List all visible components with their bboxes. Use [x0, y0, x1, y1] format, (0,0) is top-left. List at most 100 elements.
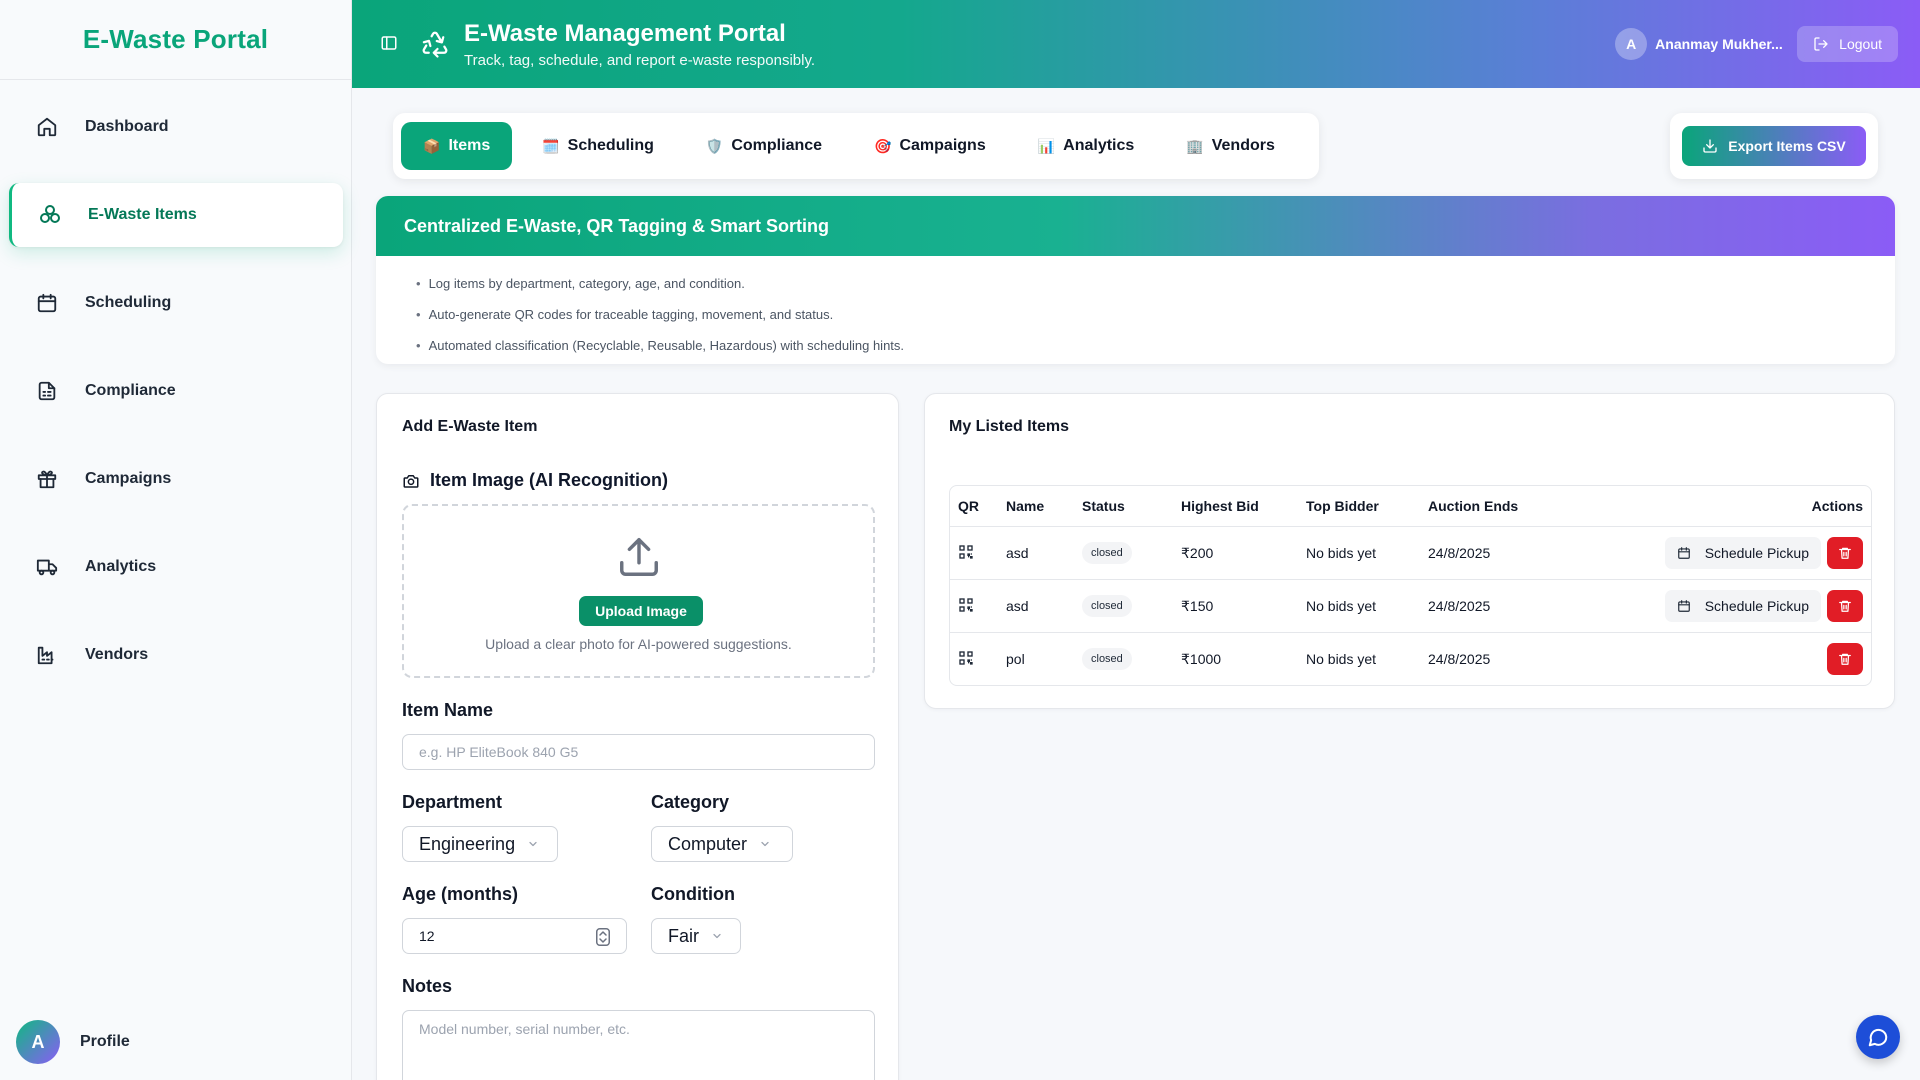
column-header: Highest Bid: [1181, 498, 1259, 514]
category-label: Category: [651, 792, 730, 812]
sidebar-item-label: Campaigns: [85, 470, 172, 487]
image-dropzone[interactable]: Upload Image Upload a clear photo for AI…: [402, 504, 875, 678]
home-icon: [35, 115, 59, 139]
status-badge: closed: [1082, 542, 1132, 564]
top-bidder: No bids yet: [1306, 598, 1377, 614]
chevron-down-icon: [761, 841, 769, 847]
export-container: Export Items CSV: [1670, 113, 1878, 179]
qr-code-icon[interactable]: [950, 597, 1006, 616]
age-input[interactable]: 12: [402, 918, 627, 954]
column-header: Name: [1006, 498, 1045, 514]
item-name: pol: [1006, 651, 1025, 667]
top-bidder: No bids yet: [1306, 545, 1377, 561]
recycle-icon: [38, 203, 62, 227]
upload-hint: Upload a clear photo for AI-powered sugg…: [485, 636, 792, 652]
top-header: E-Waste Management Portal Track, tag, sc…: [352, 0, 1920, 88]
schedule-pickup-label: Schedule Pickup: [1704, 545, 1809, 561]
table-row: pol closed ₹1000 No bids yet 24/8/2025: [950, 632, 1871, 685]
schedule-pickup-button[interactable]: Schedule Pickup: [1664, 537, 1821, 569]
row-actions: Schedule Pickup: [1628, 590, 1871, 622]
calendar-icon: 🗓️: [542, 137, 560, 154]
calendar-icon: [1677, 547, 1690, 559]
info-title: Centralized E-Waste, QR Tagging & Smart …: [376, 196, 1895, 256]
column-header: QR: [958, 498, 979, 514]
user-name: Ananmay Mukher...: [1655, 36, 1783, 52]
condition-value: Fair: [668, 925, 699, 946]
sidebar-item-e-waste-items[interactable]: E-Waste Items: [9, 183, 343, 247]
tab-campaigns[interactable]: 🎯 Campaigns: [852, 122, 1008, 170]
condition-label: Condition: [651, 884, 735, 904]
info-bullets: Log items by department, category, age, …: [376, 256, 1895, 361]
sidebar-toggle-icon[interactable]: [380, 34, 400, 54]
document-icon: [35, 379, 59, 403]
header-titles: E-Waste Management Portal Track, tag, sc…: [464, 20, 815, 69]
item-name-input[interactable]: e.g. HP EliteBook 840 G5: [402, 734, 875, 770]
column-header: Auction Ends: [1428, 498, 1519, 514]
qr-code-icon[interactable]: [950, 650, 1006, 669]
info-bullet: Log items by department, category, age, …: [416, 268, 1895, 299]
info-bullet: Automated classification (Recyclable, Re…: [416, 330, 1895, 361]
delete-button[interactable]: [1827, 537, 1863, 569]
tab-items[interactable]: 📦 Items: [401, 122, 513, 170]
sidebar-item-scheduling[interactable]: Scheduling: [9, 271, 343, 335]
export-csv-button[interactable]: Export Items CSV: [1682, 126, 1866, 166]
sidebar-item-vendors[interactable]: Vendors: [9, 623, 343, 687]
listed-items-card: My Listed Items QR Name Status Highest B…: [924, 393, 1895, 709]
qr-code-icon[interactable]: [950, 544, 1006, 563]
user-avatar[interactable]: A: [1615, 28, 1648, 60]
category-select[interactable]: Computer: [651, 826, 793, 862]
upload-image-button[interactable]: Upload Image: [579, 596, 703, 626]
info-card: Centralized E-Waste, QR Tagging & Smart …: [376, 196, 1895, 364]
tab-vendors[interactable]: 🏢 Vendors: [1164, 122, 1297, 170]
department-select[interactable]: Engineering: [402, 826, 558, 862]
category-value: Computer: [668, 833, 748, 854]
chevron-down-icon: [529, 841, 537, 847]
table-row: asd closed ₹150 No bids yet 24/8/2025 Sc…: [950, 579, 1871, 632]
brand-title[interactable]: E-Waste Portal: [83, 24, 268, 55]
item-name: asd: [1006, 545, 1029, 561]
age-label: Age (months): [402, 884, 518, 904]
tab-label: Vendors: [1211, 137, 1275, 154]
shield-icon: 🛡️: [705, 137, 724, 154]
sidebar-item-campaigns[interactable]: Campaigns: [9, 447, 343, 511]
tab-compliance[interactable]: 🛡️ Compliance: [684, 122, 844, 170]
logout-button[interactable]: Logout: [1797, 26, 1898, 62]
factory-icon: [35, 643, 59, 667]
sidebar-item-label: Dashboard: [85, 118, 169, 135]
trash-icon: [1839, 547, 1851, 559]
image-label-text: Item Image (AI Recognition): [430, 470, 669, 490]
trash-icon: [1839, 653, 1851, 665]
profile-link[interactable]: A Profile: [16, 1020, 130, 1064]
info-bullet: Auto-generate QR codes for traceable tag…: [416, 299, 1895, 330]
tab-label: Campaigns: [899, 137, 986, 154]
tab-analytics[interactable]: 📊 Analytics: [1016, 122, 1157, 170]
sidebar-item-analytics[interactable]: Analytics: [9, 535, 343, 599]
sidebar-item-compliance[interactable]: Compliance: [9, 359, 343, 423]
logout-icon: [1814, 37, 1828, 51]
building-icon: 🏢: [1186, 137, 1204, 154]
condition-select[interactable]: Fair: [651, 918, 741, 954]
table-header-row: QR Name Status Highest Bid Top Bidder Au…: [950, 486, 1871, 526]
sidebar-item-label: Scheduling: [85, 294, 172, 311]
download-icon: [1703, 139, 1717, 153]
number-stepper-icon[interactable]: [596, 928, 610, 946]
age-value: 12: [419, 928, 435, 944]
truck-icon: [35, 555, 59, 579]
tab-scheduling[interactable]: 🗓️ Scheduling: [520, 122, 676, 170]
highest-bid: ₹150: [1181, 597, 1214, 614]
schedule-pickup-button[interactable]: Schedule Pickup: [1664, 590, 1821, 622]
bar-chart-icon: 📊: [1037, 137, 1056, 154]
highest-bid: ₹200: [1181, 544, 1214, 561]
tab-label: Compliance: [731, 137, 823, 154]
delete-button[interactable]: [1827, 590, 1863, 622]
notes-textarea[interactable]: Model number, serial number, etc.: [402, 1010, 875, 1080]
status-badge: closed: [1082, 648, 1132, 670]
delete-button[interactable]: [1827, 643, 1863, 675]
row-actions: [1628, 643, 1871, 675]
chat-button[interactable]: [1856, 1015, 1900, 1059]
listed-items-title: My Listed Items: [949, 418, 1070, 435]
column-header: Top Bidder: [1306, 498, 1379, 514]
sidebar-item-label: E-Waste Items: [88, 206, 197, 223]
sidebar-item-dashboard[interactable]: Dashboard: [9, 95, 343, 159]
logout-label: Logout: [1839, 36, 1882, 52]
